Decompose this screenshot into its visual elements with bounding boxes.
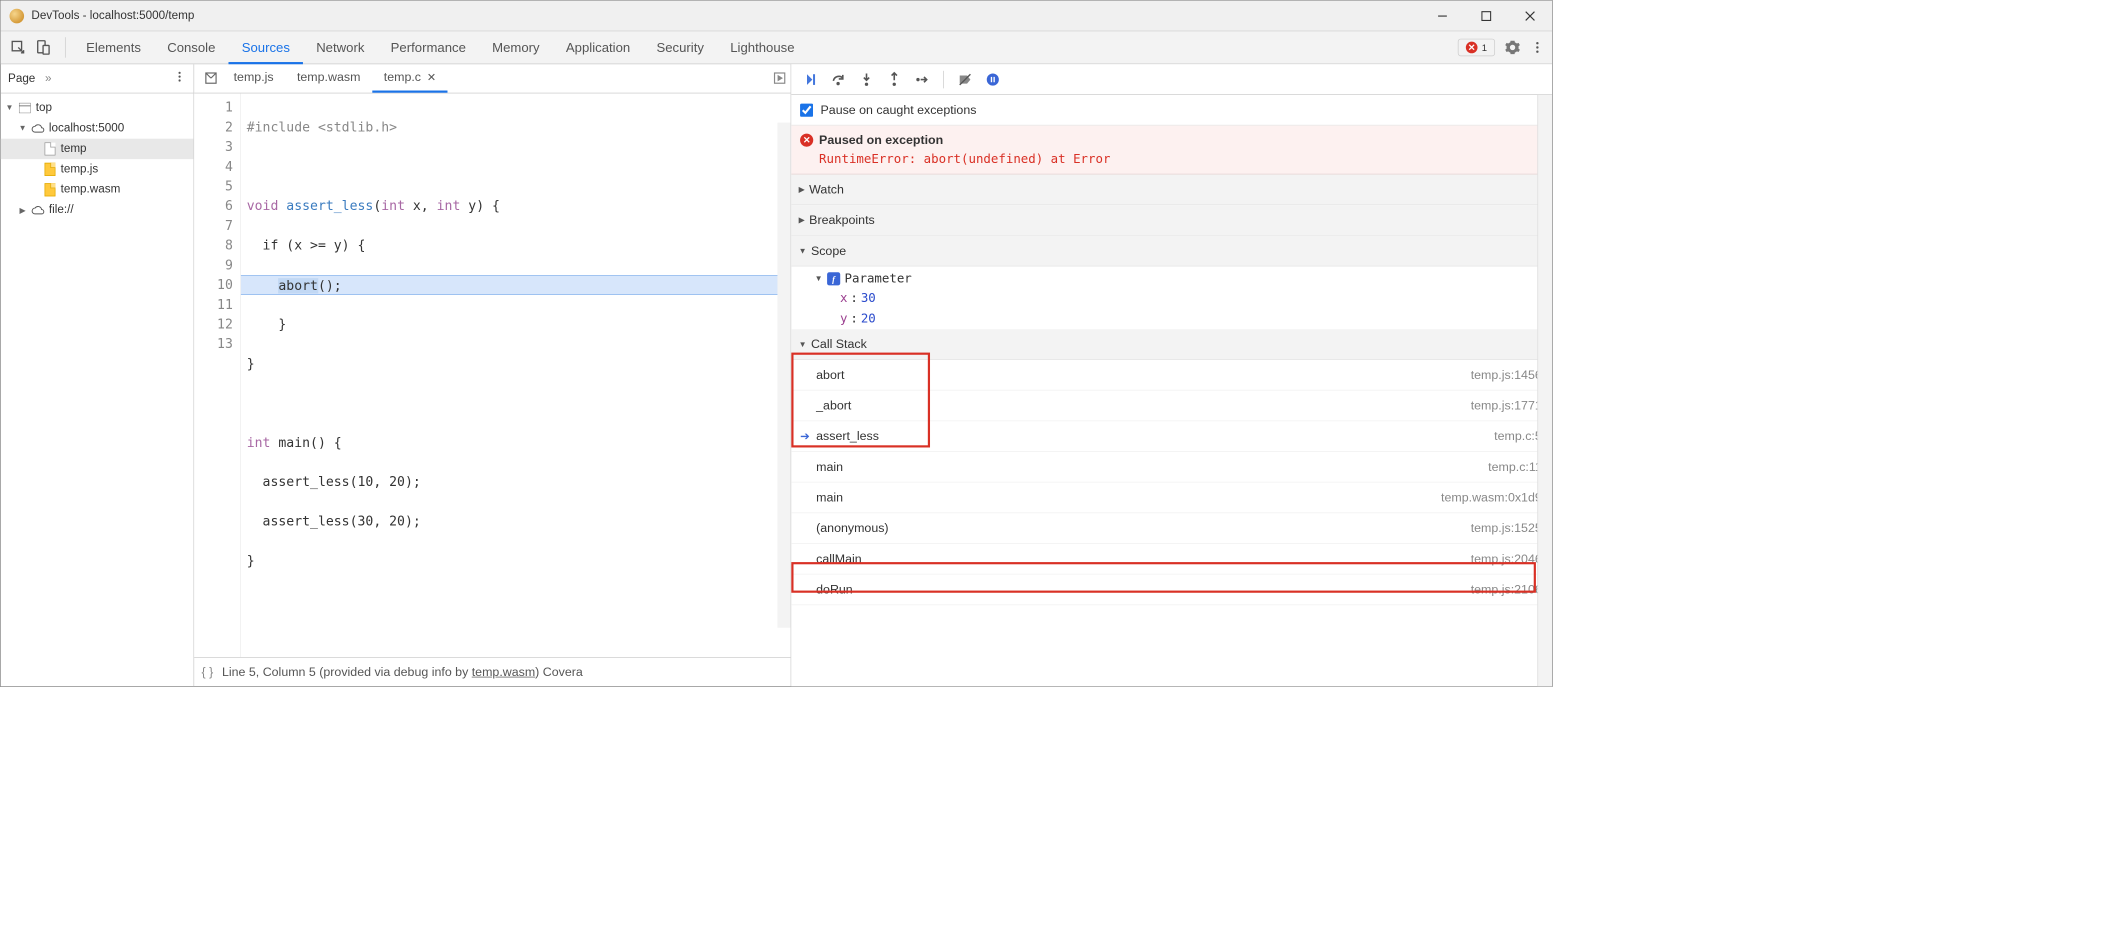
tree-top[interactable]: ▼top	[1, 98, 194, 118]
exception-message: RuntimeError: abort(undefined) at Error	[819, 152, 1543, 167]
stack-frame[interactable]: maintemp.c:11	[791, 452, 1552, 483]
editor-tab-tempc[interactable]: temp.c✕	[372, 64, 448, 93]
stack-frame[interactable]: (anonymous)temp.js:1525	[791, 513, 1552, 544]
pause-caught-checkbox[interactable]	[800, 103, 813, 116]
window-icon	[19, 103, 31, 113]
editor-tab-tempjs[interactable]: temp.js	[222, 64, 285, 93]
inspect-icon[interactable]	[8, 37, 28, 57]
stack-frame-current[interactable]: ➔assert_lesstemp.c:5	[791, 421, 1552, 452]
cloud-icon	[31, 205, 44, 214]
tab-network[interactable]: Network	[303, 31, 377, 64]
error-icon: ✕	[1466, 42, 1478, 54]
file-icon	[44, 183, 55, 196]
main-tabstrip: Elements Console Sources Network Perform…	[1, 31, 1552, 64]
error-count-badge[interactable]: ✕1	[1458, 39, 1495, 57]
maximize-button[interactable]	[1464, 0, 1508, 31]
stack-frame[interactable]: doRuntemp.js:2106	[791, 575, 1552, 606]
file-icon	[44, 142, 55, 155]
exception-banner: ✕ Paused on exception RuntimeError: abort…	[791, 126, 1552, 175]
step-button[interactable]	[910, 67, 935, 92]
stack-frame[interactable]: aborttemp.js:1456	[791, 360, 1552, 391]
navigator-header: Page »	[1, 64, 194, 93]
code-editor[interactable]: 12345678910111213 #include <stdlib.h> vo…	[194, 93, 790, 657]
function-icon: f	[827, 272, 840, 285]
navigator-more[interactable]: »	[45, 72, 52, 85]
file-tree: ▼top ▼localhost:5000 temp temp.js temp.w…	[1, 93, 194, 686]
line-gutter: 12345678910111213	[194, 93, 241, 657]
titlebar: DevTools - localhost:5000/temp	[1, 1, 1552, 32]
scope-section[interactable]: ▼Scope	[791, 236, 1552, 267]
error-icon: ✕	[800, 134, 813, 147]
stack-frame[interactable]: maintemp.wasm:0x1d9	[791, 483, 1552, 514]
current-frame-icon: ➔	[800, 429, 810, 444]
app-icon	[9, 8, 24, 23]
kebab-icon[interactable]	[1527, 37, 1547, 57]
tab-elements[interactable]: Elements	[73, 31, 154, 64]
minimize-button[interactable]	[1421, 0, 1465, 31]
editor-statusbar: { } Line 5, Column 5 (provided via debug…	[194, 657, 790, 686]
device-icon[interactable]	[33, 37, 53, 57]
breakpoints-section[interactable]: ▶Breakpoints	[791, 205, 1552, 236]
nav-files-icon[interactable]	[200, 67, 222, 89]
run-snippet-icon[interactable]	[769, 67, 791, 89]
tree-file-tempjs[interactable]: temp.js	[1, 159, 194, 179]
editor-tab-tempwasm[interactable]: temp.wasm	[285, 64, 372, 93]
close-button[interactable]	[1508, 0, 1552, 31]
editor-tabstrip: temp.js temp.wasm temp.c✕	[194, 64, 790, 93]
tab-lighthouse[interactable]: Lighthouse	[717, 31, 808, 64]
step-into-button[interactable]	[854, 67, 879, 92]
callstack-section[interactable]: ▼Call Stack	[791, 329, 1552, 360]
devtools-window: DevTools - localhost:5000/temp Elements …	[0, 0, 1553, 687]
tab-application[interactable]: Application	[553, 31, 644, 64]
stack-frame[interactable]: callMaintemp.js:2046	[791, 544, 1552, 575]
debug-source-link[interactable]: temp.wasm	[472, 665, 535, 679]
file-icon	[44, 163, 55, 176]
scope-parameter-group[interactable]: ▼fParameter	[807, 266, 1552, 288]
pause-on-caught-row[interactable]: Pause on caught exceptions	[791, 95, 1552, 126]
navigator-sidebar: Page » ▼top ▼localhost:5000 temp temp.js…	[1, 64, 194, 686]
resume-button[interactable]	[799, 67, 824, 92]
stack-frame[interactable]: _aborttemp.js:1771	[791, 391, 1552, 422]
debugger-toolbar	[791, 64, 1552, 95]
tab-sources[interactable]: Sources	[229, 31, 303, 64]
tab-console[interactable]: Console	[154, 31, 228, 64]
kebab-icon[interactable]	[173, 70, 186, 87]
editor-pane: temp.js temp.wasm temp.c✕ 12345678910111…	[194, 64, 791, 686]
tree-file-temp[interactable]: temp	[1, 139, 194, 159]
braces-icon[interactable]: { }	[201, 665, 213, 680]
tree-file-tempwasm[interactable]: temp.wasm	[1, 180, 194, 200]
cloud-icon	[31, 124, 44, 133]
debugger-pane: Pause on caught exceptions ✕ Paused on ex…	[791, 64, 1552, 686]
tab-memory[interactable]: Memory	[479, 31, 553, 64]
scope-body: ▼fParameter x: 30 y: 20	[791, 266, 1552, 329]
navigator-tab-page[interactable]: Page	[8, 72, 35, 85]
close-icon[interactable]: ✕	[427, 70, 436, 83]
window-title: DevTools - localhost:5000/temp	[31, 9, 1420, 22]
scope-var-x[interactable]: x: 30	[807, 288, 1552, 308]
code-area[interactable]: #include <stdlib.h> void assert_less(int…	[241, 93, 791, 657]
scope-var-y[interactable]: y: 20	[807, 309, 1552, 329]
step-out-button[interactable]	[882, 67, 907, 92]
editor-scrollbar[interactable]	[777, 123, 790, 628]
tab-security[interactable]: Security	[643, 31, 717, 64]
step-over-button[interactable]	[826, 67, 851, 92]
tree-filescheme[interactable]: ▶file://	[1, 200, 194, 220]
debugger-scrollbar[interactable]	[1537, 95, 1552, 686]
deactivate-breakpoints-button[interactable]	[953, 67, 978, 92]
pause-exceptions-button[interactable]	[980, 67, 1005, 92]
exception-title: Paused on exception	[819, 133, 943, 148]
watch-section[interactable]: ▶Watch	[791, 174, 1552, 205]
gear-icon[interactable]	[1502, 37, 1522, 57]
tree-origin[interactable]: ▼localhost:5000	[1, 118, 194, 138]
tab-performance[interactable]: Performance	[378, 31, 480, 64]
